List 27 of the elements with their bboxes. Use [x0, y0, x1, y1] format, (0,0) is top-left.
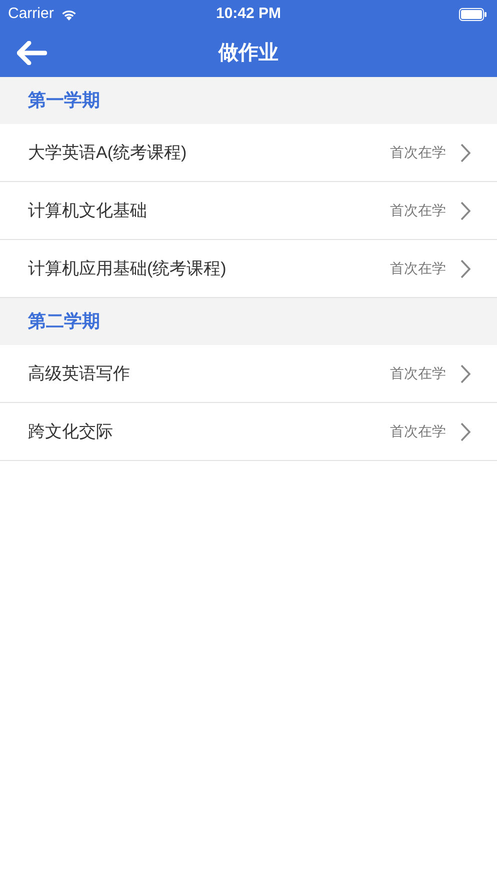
course-status: 首次在学: [390, 143, 446, 162]
course-name: 大学英语A(统考课程): [28, 142, 187, 164]
course-status: 首次在学: [390, 259, 446, 278]
battery-icon: [459, 8, 487, 20]
course-row[interactable]: 高级英语写作 首次在学: [0, 345, 497, 403]
course-status: 首次在学: [390, 364, 446, 383]
course-row[interactable]: 跨文化交际 首次在学: [0, 403, 497, 461]
course-status: 首次在学: [390, 201, 446, 220]
course-name: 计算机文化基础: [28, 200, 147, 222]
section-title: 第一学期: [28, 89, 100, 112]
course-row[interactable]: 计算机文化基础 首次在学: [0, 182, 497, 240]
chevron-right-icon: [460, 364, 471, 384]
clock-time: 10:42 PM: [216, 4, 282, 24]
course-name: 跨文化交际: [28, 420, 113, 443]
chevron-right-icon: [460, 200, 471, 220]
carrier-label: Carrier: [8, 4, 54, 24]
section-title: 第二学期: [28, 310, 100, 333]
course-status: 首次在学: [390, 422, 446, 441]
course-name: 高级英语写作: [28, 362, 130, 385]
back-arrow-icon: [17, 40, 47, 64]
course-name: 计算机应用基础(统考课程): [28, 258, 226, 280]
course-row[interactable]: 大学英语A(统考课程) 首次在学: [0, 124, 497, 182]
chevron-right-icon: [460, 258, 471, 278]
chevron-right-icon: [460, 422, 471, 442]
chevron-right-icon: [460, 142, 471, 162]
page-title: 做作业: [218, 40, 278, 66]
wifi-icon: [60, 8, 78, 20]
